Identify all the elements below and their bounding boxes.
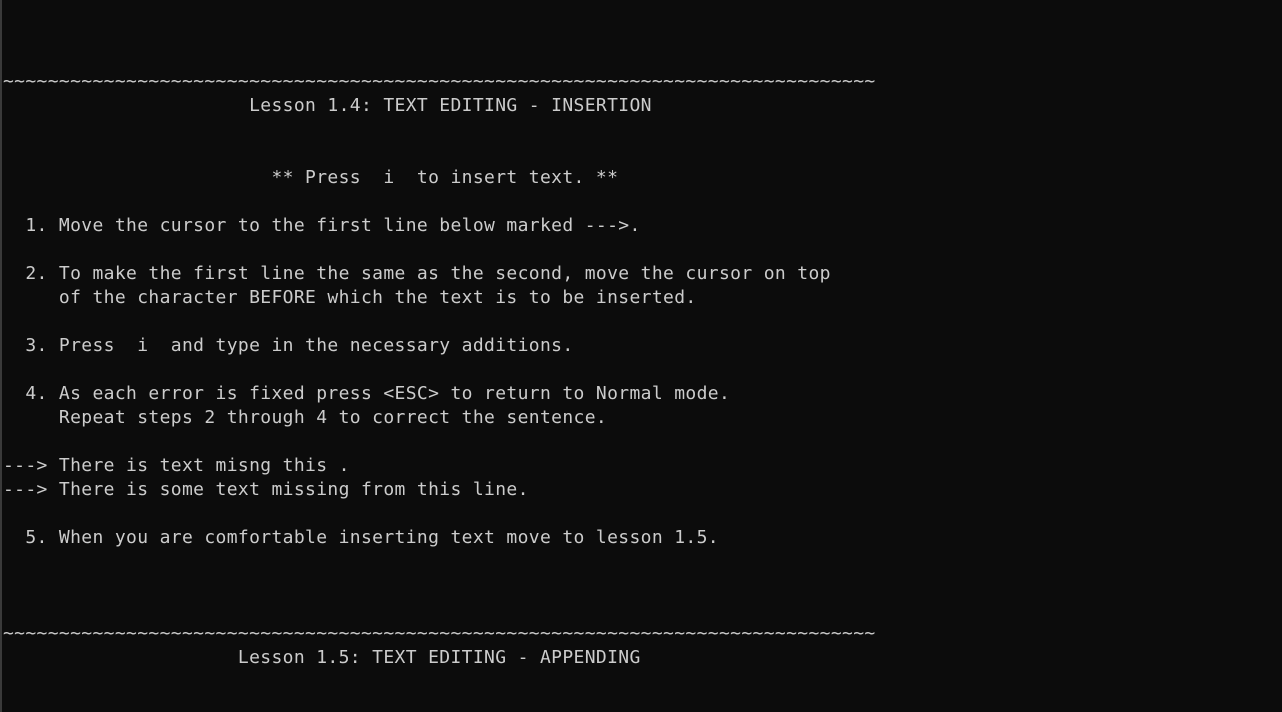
separator-line: ~~~~~~~~~~~~~~~~~~~~~~~~~~~~~~~~~~~~~~~~… xyxy=(3,623,876,644)
step-5: 5. When you are comfortable inserting te… xyxy=(3,527,719,548)
step-3: 3. Press i and type in the necessary add… xyxy=(3,335,574,356)
step-1: 1. Move the cursor to the first line bel… xyxy=(3,215,641,236)
step-2-continued: of the character BEFORE which the text i… xyxy=(3,287,697,308)
practice-line-to-fix[interactable]: ---> There is text misng this . xyxy=(3,454,876,478)
separator-line: ~~~~~~~~~~~~~~~~~~~~~~~~~~~~~~~~~~~~~~~~… xyxy=(3,71,876,92)
window-left-border xyxy=(0,0,2,712)
next-lesson-title: Lesson 1.5: TEXT EDITING - APPENDING xyxy=(3,647,641,668)
terminal-text-area[interactable]: ~~~~~~~~~~~~~~~~~~~~~~~~~~~~~~~~~~~~~~~~… xyxy=(3,70,876,670)
lesson-title: Lesson 1.4: TEXT EDITING - INSERTION xyxy=(3,95,652,116)
step-2: 2. To make the first line the same as th… xyxy=(3,263,831,284)
lesson-summary: ** Press i to insert text. ** xyxy=(3,167,619,188)
terminal-window[interactable]: ~~~~~~~~~~~~~~~~~~~~~~~~~~~~~~~~~~~~~~~~… xyxy=(0,0,1282,712)
step-4-continued: Repeat steps 2 through 4 to correct the … xyxy=(3,407,608,428)
step-4: 4. As each error is fixed press <ESC> to… xyxy=(3,383,731,404)
practice-line-reference: ---> There is some text missing from thi… xyxy=(3,479,529,500)
